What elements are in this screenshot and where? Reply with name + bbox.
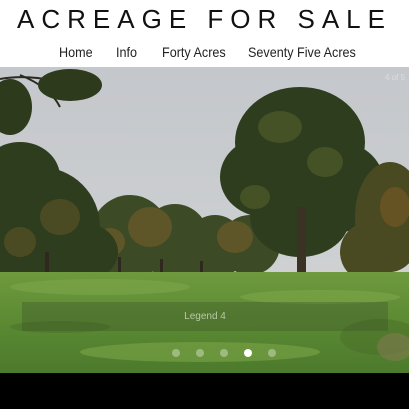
slide-caption-bar: Legend 4	[22, 302, 388, 331]
slide-caption: Legend 4	[184, 311, 226, 322]
nav-link-home[interactable]: Home	[59, 42, 93, 62]
slide-dot-5[interactable]	[268, 349, 276, 357]
page-footer	[0, 373, 409, 409]
image-slider[interactable]: 4 of 5 Legend 4	[0, 67, 409, 373]
nav-link-info[interactable]: Info	[116, 42, 137, 62]
slide-dot-4[interactable]	[244, 349, 252, 357]
slide-dot-1[interactable]	[172, 349, 180, 357]
slide-dot-2[interactable]	[196, 349, 204, 357]
slide-counter: 4 of 5	[384, 73, 405, 82]
site-header: ACREAGE FOR SALE Home Info Forty Acres S…	[0, 0, 409, 67]
slider-pagination	[0, 349, 409, 359]
nav-link-seventy-five-acres[interactable]: Seventy Five Acres	[248, 42, 356, 62]
site-title: ACREAGE FOR SALE	[17, 4, 392, 34]
main-nav: Home Info Forty Acres Seventy Five Acres	[0, 42, 409, 64]
slide-dot-3[interactable]	[220, 349, 228, 357]
nav-link-forty-acres[interactable]: Forty Acres	[162, 42, 226, 62]
